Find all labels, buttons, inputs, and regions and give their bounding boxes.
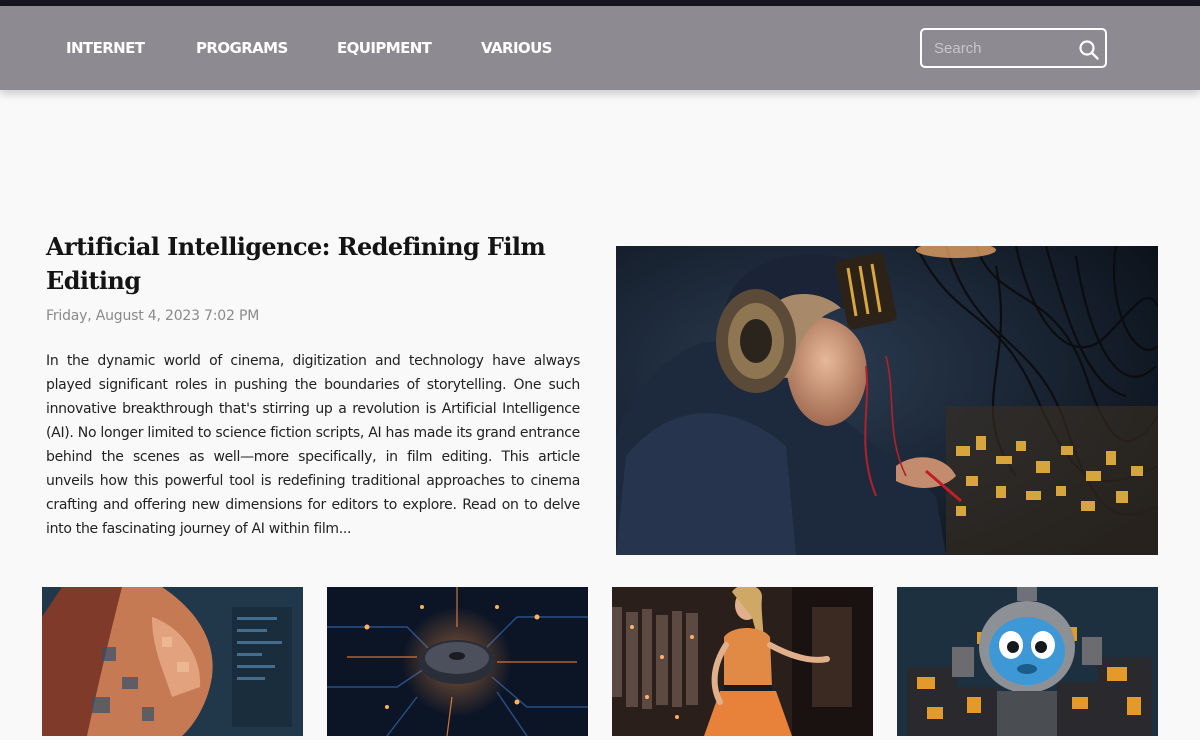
thumbnail-4[interactable]: [897, 587, 1158, 736]
search-input[interactable]: [934, 38, 1074, 58]
search-icon[interactable]: [1078, 39, 1100, 61]
search-box: [920, 28, 1107, 68]
article-date: Friday, August 4, 2023 7:02 PM: [46, 308, 260, 324]
thumbnail-3[interactable]: [612, 587, 873, 736]
nav-item-various[interactable]: VARIOUS: [481, 39, 552, 57]
thumbnail-2[interactable]: [327, 587, 588, 736]
main-navbar: INTERNET PROGRAMS EQUIPMENT VARIOUS: [0, 6, 1200, 90]
hero-image[interactable]: [616, 246, 1158, 555]
article-title[interactable]: Artificial Intelligence: Redefining Film…: [46, 230, 566, 298]
thumbnail-1[interactable]: [42, 587, 303, 736]
article-excerpt: In the dynamic world of cinema, digitiza…: [46, 353, 580, 537]
nav-item-equipment[interactable]: EQUIPMENT: [337, 39, 432, 57]
nav-item-programs[interactable]: PROGRAMS: [196, 39, 288, 57]
nav-item-internet[interactable]: INTERNET: [66, 39, 145, 57]
